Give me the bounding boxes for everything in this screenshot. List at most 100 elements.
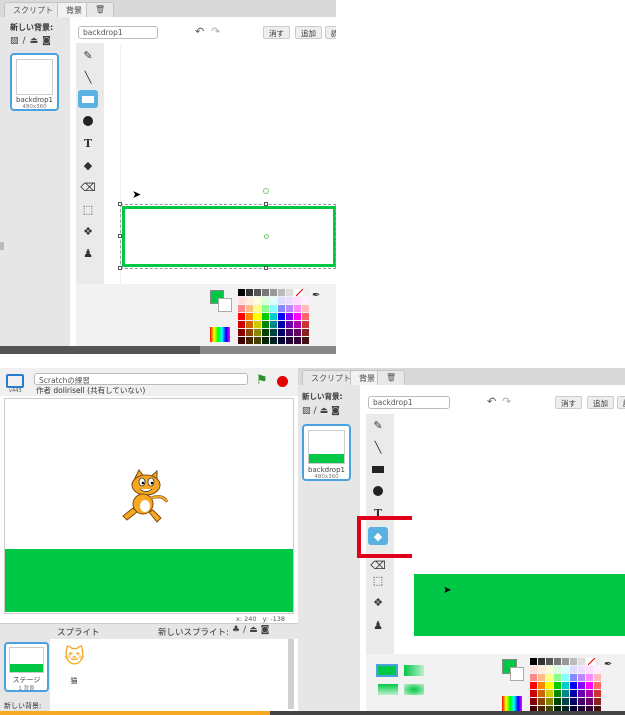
brush-icon-2[interactable]: / bbox=[314, 406, 317, 416]
palette-swatch[interactable] bbox=[238, 313, 245, 320]
palette-swatch[interactable] bbox=[238, 305, 245, 312]
undo-icon[interactable]: ↶ bbox=[195, 25, 204, 38]
palette-swatch[interactable] bbox=[270, 329, 277, 336]
palette-swatch[interactable] bbox=[262, 297, 269, 304]
palette-swatch[interactable] bbox=[254, 305, 261, 312]
palette-swatch[interactable] bbox=[578, 682, 585, 689]
palette-swatch[interactable] bbox=[570, 666, 577, 673]
palette-swatch[interactable] bbox=[254, 321, 261, 328]
palette-swatch[interactable] bbox=[246, 329, 253, 336]
ellipse-tool-icon-2[interactable] bbox=[368, 482, 388, 500]
palette-swatch[interactable] bbox=[578, 690, 585, 697]
palette-swatch[interactable] bbox=[554, 674, 561, 681]
palette-swatch[interactable] bbox=[302, 337, 309, 344]
palette-swatch[interactable] bbox=[294, 321, 301, 328]
import-button[interactable]: 読 bbox=[325, 26, 336, 39]
palette-swatch[interactable] bbox=[270, 313, 277, 320]
palette-swatch[interactable] bbox=[302, 289, 309, 296]
add-button-2[interactable]: 追加 bbox=[587, 396, 614, 409]
palette-swatch[interactable] bbox=[538, 658, 545, 665]
palette-swatch[interactable] bbox=[586, 674, 593, 681]
palette-swatch[interactable] bbox=[594, 674, 601, 681]
rotation-handle[interactable] bbox=[263, 188, 269, 194]
palette-swatch[interactable] bbox=[262, 337, 269, 344]
palette-swatch[interactable] bbox=[262, 321, 269, 328]
rectangle-tool-icon-2[interactable] bbox=[368, 460, 388, 478]
palette-swatch[interactable] bbox=[302, 321, 309, 328]
palette-swatch[interactable] bbox=[586, 698, 593, 705]
green-flag-icon[interactable]: ⚑ bbox=[256, 373, 268, 388]
palette-swatch[interactable] bbox=[302, 313, 309, 320]
palette-swatch[interactable] bbox=[254, 337, 261, 344]
palette-swatch[interactable] bbox=[554, 698, 561, 705]
palette-swatch[interactable] bbox=[302, 329, 309, 336]
backdrop-thumb[interactable]: backdrop1 480x360 bbox=[10, 53, 59, 111]
palette-swatch[interactable] bbox=[578, 698, 585, 705]
palette-swatch[interactable] bbox=[546, 674, 553, 681]
palette-swatch[interactable] bbox=[530, 666, 537, 673]
palette-swatch[interactable] bbox=[246, 297, 253, 304]
add-button[interactable]: 追加 bbox=[295, 26, 322, 39]
palette-swatch[interactable] bbox=[302, 305, 309, 312]
palette-swatch[interactable] bbox=[562, 698, 569, 705]
palette-swatch[interactable] bbox=[238, 289, 245, 296]
palette-swatch[interactable] bbox=[570, 682, 577, 689]
camera-icon[interactable]: ◙ bbox=[42, 36, 51, 46]
palette-swatch[interactable] bbox=[294, 329, 301, 336]
palette-swatch[interactable] bbox=[562, 674, 569, 681]
palette-swatch[interactable] bbox=[294, 313, 301, 320]
paint-icon[interactable]: ▧ bbox=[10, 36, 19, 46]
duplicate-tool-icon-2[interactable]: ❖ bbox=[368, 593, 388, 611]
backdrop-name-field-2[interactable]: backdrop1 bbox=[368, 396, 450, 409]
palette-swatch[interactable] bbox=[578, 666, 585, 673]
palette-swatch[interactable] bbox=[562, 666, 569, 673]
filled-rectangle[interactable] bbox=[414, 574, 625, 636]
gradient-option-solid[interactable] bbox=[376, 664, 398, 677]
palette-swatch[interactable] bbox=[570, 658, 577, 665]
palette-swatch[interactable] bbox=[238, 321, 245, 328]
center-handle[interactable] bbox=[264, 234, 269, 239]
palette-swatch[interactable] bbox=[562, 690, 569, 697]
palette-swatch[interactable] bbox=[286, 337, 293, 344]
palette-swatch[interactable] bbox=[278, 337, 285, 344]
stage-thumb[interactable]: ステージ 1 背景 bbox=[4, 642, 49, 692]
upload-sprite-icon[interactable]: ⏏ bbox=[249, 625, 258, 635]
line-tool-icon-2[interactable]: ╲ bbox=[368, 438, 388, 456]
palette-swatch[interactable] bbox=[562, 682, 569, 689]
palette-swatch[interactable] bbox=[286, 305, 293, 312]
upload-icon-2[interactable]: ⏏ bbox=[320, 406, 329, 416]
gradient-option-radial[interactable] bbox=[404, 684, 424, 695]
stamp-tool-icon[interactable]: ♟ bbox=[78, 244, 98, 262]
palette-swatch[interactable] bbox=[570, 690, 577, 697]
palette-swatch[interactable] bbox=[594, 658, 601, 665]
tab-scripts[interactable]: スクリプト bbox=[4, 2, 62, 17]
palette-swatch[interactable] bbox=[546, 666, 553, 673]
palette-swatch[interactable] bbox=[538, 674, 545, 681]
palette-swatch[interactable] bbox=[286, 329, 293, 336]
presentation-mode-icon[interactable] bbox=[6, 374, 24, 388]
palette-swatch[interactable] bbox=[270, 337, 277, 344]
palette-swatch[interactable] bbox=[286, 289, 293, 296]
project-title-field[interactable]: Scratchの練習 bbox=[34, 373, 248, 385]
palette-swatch[interactable] bbox=[530, 698, 537, 705]
palette-swatch[interactable] bbox=[594, 698, 601, 705]
camera-icon-2[interactable]: ◙ bbox=[331, 406, 340, 416]
palette-swatch[interactable] bbox=[302, 297, 309, 304]
sprite-thumb[interactable]: 🐱 猫 bbox=[52, 642, 96, 686]
palette-swatch[interactable] bbox=[594, 690, 601, 697]
palette-swatch[interactable] bbox=[546, 682, 553, 689]
rectangle-tool-icon[interactable] bbox=[78, 90, 98, 108]
palette-swatch[interactable] bbox=[262, 289, 269, 296]
tab-sounds[interactable]: 🗑 bbox=[86, 2, 115, 17]
palette-swatch[interactable] bbox=[594, 666, 601, 673]
secondary-color-swatch[interactable] bbox=[218, 298, 232, 312]
palette-swatch[interactable] bbox=[546, 658, 553, 665]
eyedropper-icon[interactable]: ✒ bbox=[312, 290, 320, 301]
select-tool-icon-2[interactable]: ⬚ bbox=[368, 571, 388, 589]
camera-sprite-icon[interactable]: ◙ bbox=[261, 625, 270, 635]
palette-swatch[interactable] bbox=[530, 658, 537, 665]
gradient-option-vertical[interactable] bbox=[378, 684, 398, 695]
palette-swatch[interactable] bbox=[254, 329, 261, 336]
palette-swatch[interactable] bbox=[262, 305, 269, 312]
palette-swatch[interactable] bbox=[254, 297, 261, 304]
